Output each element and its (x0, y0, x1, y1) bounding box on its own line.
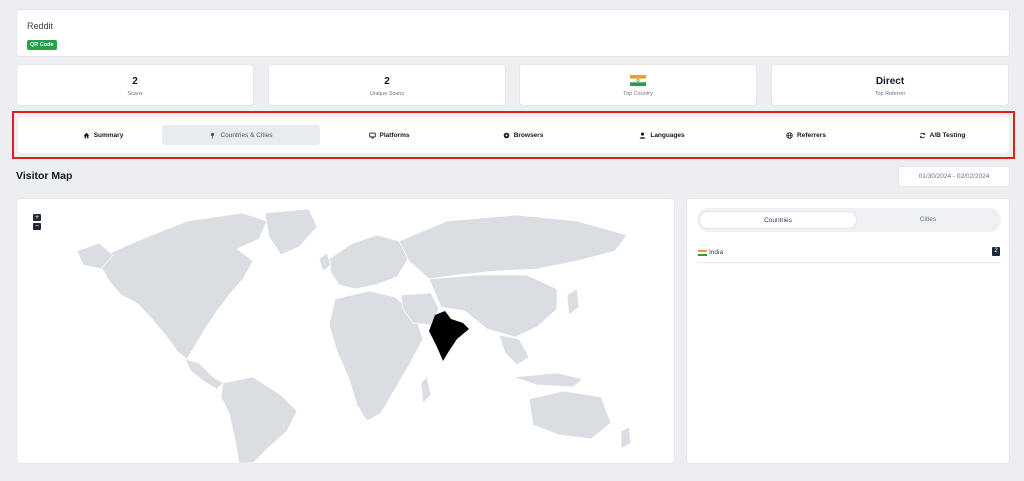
stat-scans: 2 Scans (16, 64, 254, 106)
countries-cities-toggle: Countries Cities (697, 208, 1001, 232)
country-count: 2 (992, 247, 1000, 256)
stat-value: 2 (132, 76, 138, 87)
stat-label: Top Country (623, 91, 653, 97)
tab-label: Summary (93, 131, 124, 139)
globe-icon (786, 131, 793, 139)
visitor-map-card: + − (16, 198, 675, 464)
stat-label: Scans (127, 91, 143, 97)
tabs-highlight-outline: Summary Countries & Cities Platforms Bro… (12, 111, 1015, 159)
browser-icon (503, 132, 509, 138)
tab-label: A/B Testing (929, 131, 966, 139)
stat-top-referrer: Direct Top Referrer (771, 64, 1009, 106)
country-row[interactable]: India 2 (697, 246, 1001, 263)
tab-browsers[interactable]: Browsers (458, 125, 588, 145)
tab-label: Languages (650, 131, 685, 139)
tab-label: Referrers (797, 131, 826, 139)
tab-label: Countries & Cities (220, 131, 273, 139)
stat-label: Top Referrer (874, 91, 906, 97)
home-icon (83, 132, 89, 138)
section-title: Visitor Map (16, 170, 73, 182)
tab-platforms[interactable]: Platforms (320, 125, 458, 145)
tab-ab-testing[interactable]: A/B Testing (876, 125, 1008, 145)
refresh-icon (919, 132, 925, 138)
monitor-icon (368, 132, 376, 138)
toggle-countries[interactable]: Countries (699, 211, 857, 229)
stat-unique-scans: 2 Unique Scans (268, 64, 506, 106)
india-flag-icon (698, 250, 707, 256)
tab-label: Platforms (379, 131, 410, 139)
map-land (76, 208, 632, 464)
user-icon (640, 132, 646, 139)
india-country-highlight[interactable] (429, 311, 469, 361)
qr-type-badge: QR Code (27, 40, 57, 50)
stat-value: 2 (384, 76, 390, 87)
tab-languages[interactable]: Languages (588, 125, 736, 145)
india-flag-icon (630, 75, 646, 86)
tab-label: Browsers (513, 131, 544, 139)
tab-referrers[interactable]: Referrers (736, 125, 876, 145)
stat-top-country: Top Country (519, 64, 757, 106)
analytics-tabs: Summary Countries & Cities Platforms Bro… (18, 117, 1009, 153)
map-pin-icon (211, 132, 215, 139)
tab-countries-cities[interactable]: Countries & Cities (162, 125, 320, 145)
world-map[interactable] (17, 199, 676, 465)
stat-value: Direct (875, 76, 905, 87)
qr-title: Reddit (27, 21, 54, 31)
tab-summary[interactable]: Summary (30, 125, 176, 145)
countries-panel: Countries Cities India 2 (686, 198, 1010, 464)
country-name: India (709, 249, 724, 256)
header-card: Reddit QR Code (16, 9, 1010, 57)
toggle-cities[interactable]: Cities (849, 211, 1007, 229)
stat-label: Unique Scans (369, 91, 405, 97)
date-range-picker[interactable]: 01/30/2024 - 02/02/2024 (898, 166, 1010, 187)
